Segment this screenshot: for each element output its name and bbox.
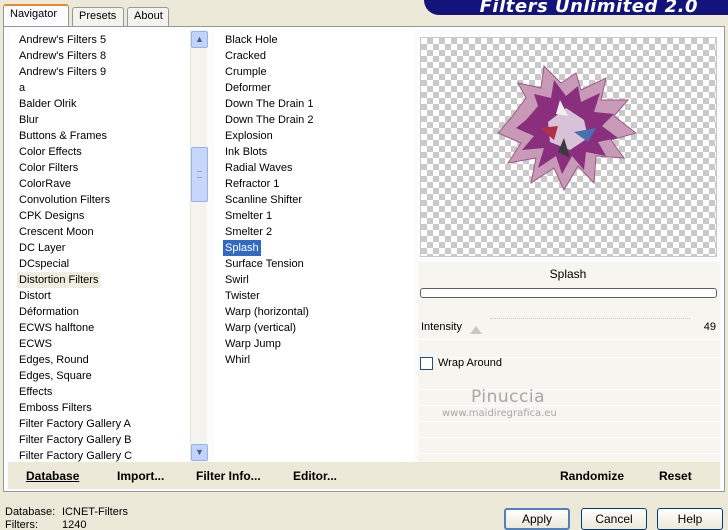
filter-item[interactable]: Warp (horizontal) bbox=[223, 304, 311, 320]
status-filters-value: 1240 bbox=[62, 519, 87, 530]
database-button[interactable]: Database bbox=[26, 469, 79, 483]
scroll-up-button[interactable]: ▲ bbox=[191, 31, 208, 48]
category-item[interactable]: a bbox=[17, 80, 27, 96]
param-row-empty bbox=[418, 374, 720, 390]
filter-item[interactable]: Down The Drain 1 bbox=[223, 96, 315, 112]
category-item[interactable]: Edges, Round bbox=[17, 352, 91, 368]
filter-info-button[interactable]: Filter Info... bbox=[196, 469, 261, 483]
preview-image bbox=[420, 37, 717, 257]
status-database-value: ICNET-Filters bbox=[62, 506, 128, 518]
category-item[interactable]: Déformation bbox=[17, 304, 81, 320]
status-filters-key: Filters: bbox=[5, 519, 38, 530]
category-item[interactable]: DC Layer bbox=[17, 240, 67, 256]
reset-button[interactable]: Reset bbox=[659, 469, 692, 483]
filter-item[interactable]: Twister bbox=[223, 288, 262, 304]
wrap-around-label: Wrap Around bbox=[438, 357, 503, 369]
category-item[interactable]: DCspecial bbox=[17, 256, 71, 272]
category-item[interactable]: Crescent Moon bbox=[17, 224, 96, 240]
filter-item[interactable]: Ink Blots bbox=[223, 144, 269, 160]
filter-item[interactable]: Down The Drain 2 bbox=[223, 112, 315, 128]
slider-thumb[interactable] bbox=[469, 326, 482, 334]
filter-item[interactable]: Crumple bbox=[223, 64, 269, 80]
filter-item[interactable]: Scanline Shifter bbox=[223, 192, 304, 208]
intensity-slider[interactable]: Intensity 49 bbox=[418, 318, 720, 340]
editor-button[interactable]: Editor... bbox=[293, 469, 337, 483]
category-item[interactable]: Andrew's Filters 5 bbox=[17, 32, 108, 48]
category-item[interactable]: Filter Factory Gallery A bbox=[17, 416, 133, 432]
category-list[interactable]: Andrew's Filters 5 Andrew's Filters 8 Andr… bbox=[10, 30, 208, 462]
category-item[interactable]: CPK Designs bbox=[17, 208, 86, 224]
chevron-down-icon: ▼ bbox=[195, 447, 204, 457]
filter-item[interactable]: Smelter 1 bbox=[223, 208, 274, 224]
apply-button[interactable]: Apply bbox=[504, 508, 570, 530]
param-row-empty bbox=[418, 342, 720, 358]
category-item[interactable]: Buttons & Frames bbox=[17, 128, 109, 144]
filter-item[interactable]: Smelter 2 bbox=[223, 224, 274, 240]
param-row-empty bbox=[418, 422, 720, 438]
watermark-url: www.maidiregrafica.eu bbox=[442, 408, 557, 419]
current-filter-name: Splash bbox=[549, 267, 587, 281]
filter-item[interactable]: Whirl bbox=[223, 352, 252, 368]
parameter-pane: Splash Intensity 49 Wrap Around Pinuccia… bbox=[418, 262, 720, 462]
filter-item[interactable]: Radial Waves bbox=[223, 160, 294, 176]
tab-navigator[interactable]: Navigator bbox=[3, 4, 69, 26]
category-item[interactable]: Distort bbox=[17, 288, 53, 304]
param-row-empty bbox=[418, 438, 720, 454]
status-filters: Filters: 1240 bbox=[5, 519, 86, 530]
filter-item[interactable]: Splash bbox=[223, 240, 261, 256]
progress-bar bbox=[420, 288, 717, 298]
filter-item[interactable]: Warp (vertical) bbox=[223, 320, 298, 336]
title-banner: Filters Unlimited 2.0 bbox=[424, 0, 728, 15]
filter-item[interactable]: Refractor 1 bbox=[223, 176, 281, 192]
scroll-down-button[interactable]: ▼ bbox=[191, 444, 208, 461]
category-item[interactable]: Emboss Filters bbox=[17, 400, 94, 416]
filter-item[interactable]: Surface Tension bbox=[223, 256, 306, 272]
category-item[interactable]: ECWS halftone bbox=[17, 320, 96, 336]
wrap-around-checkbox[interactable] bbox=[420, 357, 433, 370]
chevron-up-icon: ▲ bbox=[195, 34, 204, 44]
category-item[interactable]: Balder Olrik bbox=[17, 96, 78, 112]
category-item[interactable]: Filter Factory Gallery C bbox=[17, 448, 134, 462]
filter-item[interactable]: Swirl bbox=[223, 272, 251, 288]
filter-list[interactable]: Black Hole Cracked Crumple Deformer Down The… bbox=[215, 30, 413, 462]
filter-item[interactable]: Warp Jump bbox=[223, 336, 283, 352]
filter-item[interactable]: Deformer bbox=[223, 80, 273, 96]
category-item[interactable]: Distortion Filters bbox=[17, 272, 101, 288]
category-item[interactable]: Andrew's Filters 8 bbox=[17, 48, 108, 64]
randomize-button[interactable]: Randomize bbox=[560, 469, 624, 483]
filter-item[interactable]: Cracked bbox=[223, 48, 268, 64]
intensity-label: Intensity bbox=[421, 321, 462, 333]
tab-about[interactable]: About bbox=[127, 7, 169, 26]
category-item[interactable]: Blur bbox=[17, 112, 41, 128]
intensity-value: 49 bbox=[703, 321, 716, 333]
category-scrollbar[interactable]: ▲ ▼ bbox=[190, 30, 208, 462]
category-item[interactable]: Edges, Square bbox=[17, 368, 94, 384]
help-button[interactable]: Help bbox=[657, 508, 723, 530]
action-bar: Database Import... Filter Info... Editor… bbox=[8, 462, 720, 489]
cancel-button[interactable]: Cancel bbox=[581, 508, 647, 530]
banner-title: Filters Unlimited 2.0 bbox=[479, 0, 698, 15]
category-item[interactable]: Effects bbox=[17, 384, 54, 400]
filter-item[interactable]: Black Hole bbox=[223, 32, 280, 48]
database-label: Database bbox=[26, 469, 80, 483]
tab-presets[interactable]: Presets bbox=[72, 7, 124, 26]
category-item[interactable]: ColorRave bbox=[17, 176, 73, 192]
category-item[interactable]: Color Effects bbox=[17, 144, 84, 160]
category-item[interactable]: Color Filters bbox=[17, 160, 80, 176]
watermark-signature: Pinuccia bbox=[471, 387, 545, 407]
status-database: Database: ICNET-Filters bbox=[5, 506, 128, 518]
filter-item[interactable]: Explosion bbox=[223, 128, 275, 144]
category-item[interactable]: Andrew's Filters 9 bbox=[17, 64, 108, 80]
category-item[interactable]: ECWS bbox=[17, 336, 54, 352]
category-item[interactable]: Convolution Filters bbox=[17, 192, 112, 208]
scroll-thumb[interactable] bbox=[191, 147, 208, 202]
import-button[interactable]: Import... bbox=[117, 469, 164, 483]
status-database-key: Database: bbox=[5, 506, 56, 518]
slider-ticks bbox=[490, 318, 690, 322]
category-item[interactable]: Filter Factory Gallery B bbox=[17, 432, 133, 448]
param-row-empty bbox=[418, 390, 720, 406]
splash-preview-graphic bbox=[497, 64, 638, 192]
grip-icon bbox=[197, 171, 202, 178]
